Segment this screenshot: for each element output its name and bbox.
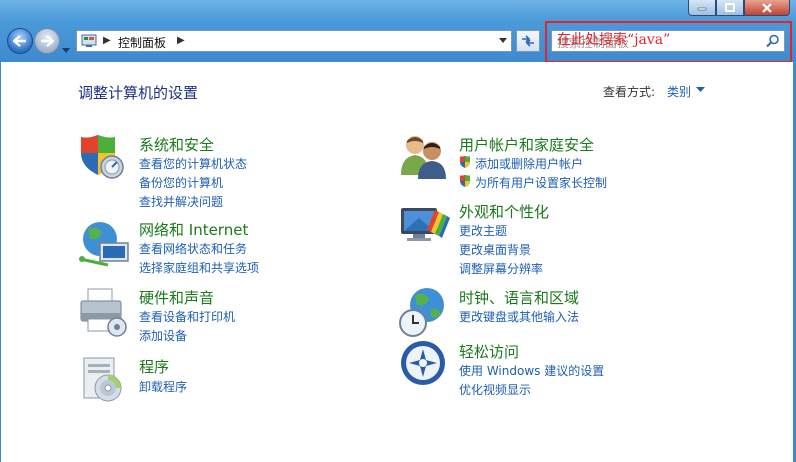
printer-icon — [80, 288, 127, 337]
category-title[interactable]: 轻松访问 — [459, 341, 519, 362]
breadcrumb-arrow-icon[interactable]: ▶ — [177, 35, 185, 46]
uac-shield-icon — [460, 156, 470, 168]
monitor-icon — [401, 208, 450, 241]
ease-of-access-icon — [401, 341, 445, 385]
category-title[interactable]: 用户帐户和家庭安全 — [459, 134, 594, 155]
category-title[interactable]: 程序 — [139, 356, 169, 377]
close-icon — [762, 2, 772, 13]
breadcrumb-control-panel[interactable]: 控制面板 — [118, 34, 166, 51]
category-link[interactable]: 查看网络状态和任务 — [139, 240, 247, 257]
programs-icon — [83, 357, 122, 402]
category-link[interactable]: 更改桌面背景 — [459, 241, 531, 258]
category-link[interactable]: 更改主题 — [459, 222, 507, 239]
control-panel-icon — [81, 34, 97, 47]
category-link[interactable]: 调整屏幕分辨率 — [459, 260, 543, 277]
globe-clock-icon — [399, 288, 444, 337]
refresh-icon — [522, 35, 534, 47]
page-title: 调整计算机的设置 — [78, 84, 199, 102]
back-button[interactable] — [7, 28, 33, 54]
category-title[interactable]: 硬件和声音 — [139, 287, 214, 308]
chevron-down-icon[interactable] — [499, 38, 507, 43]
category-link[interactable]: 查看设备和打印机 — [139, 308, 235, 325]
maximize-button[interactable] — [716, 0, 744, 16]
forward-button[interactable] — [34, 28, 60, 54]
category-link[interactable]: 更改键盘或其他输入法 — [459, 308, 579, 325]
maximize-icon — [725, 3, 735, 12]
close-button[interactable] — [744, 0, 790, 16]
content-pane: 调整计算机的设置 查看方式: 类别 系统和安全 查看您的计算机状态 备份您的计算… — [1, 62, 793, 462]
minimize-button[interactable] — [688, 0, 716, 16]
category-link[interactable]: 卸载程序 — [139, 378, 187, 395]
category-title[interactable]: 时钟、语言和区域 — [459, 287, 579, 308]
recent-pages-dropdown[interactable] — [62, 38, 70, 57]
view-by-selector[interactable]: 类别 — [667, 83, 691, 100]
view-by-label: 查看方式: — [603, 85, 656, 99]
uac-shield-icon — [460, 175, 470, 187]
category-title[interactable]: 网络和 Internet — [139, 219, 248, 240]
network-icon — [79, 222, 129, 267]
chevron-down-icon — [62, 48, 70, 53]
arrow-right-icon — [41, 35, 54, 47]
category-title[interactable]: 外观和个性化 — [459, 201, 549, 222]
search-annotation: 在此处搜索“java” — [557, 32, 671, 48]
category-link[interactable]: 为所有用户设置家长控制 — [475, 174, 607, 191]
address-bar[interactable]: ▶ 控制面板 ▶ — [76, 30, 512, 52]
refresh-button[interactable] — [516, 30, 540, 52]
window-controls — [688, 0, 790, 16]
control-panel-window: ▶ 控制面板 ▶ 搜索控制面板 在此处搜索“java” 调整计算机的设置 查看方… — [0, 0, 796, 462]
category-link[interactable]: 备份您的计算机 — [139, 174, 223, 191]
category-link[interactable]: 添加或删除用户帐户 — [475, 155, 583, 172]
category-link[interactable]: 优化视频显示 — [459, 381, 531, 398]
users-icon — [401, 136, 446, 179]
shield-icon — [81, 135, 124, 179]
category-link[interactable]: 查看您的计算机状态 — [139, 155, 247, 172]
breadcrumb-arrow-icon[interactable]: ▶ — [103, 35, 111, 46]
arrow-left-icon — [13, 35, 26, 47]
category-link[interactable]: 选择家庭组和共享选项 — [139, 259, 259, 276]
category-link[interactable]: 使用 Windows 建议的设置 — [459, 362, 604, 379]
category-link[interactable]: 添加设备 — [139, 327, 187, 344]
category-title[interactable]: 系统和安全 — [139, 134, 214, 155]
category-link[interactable]: 查找并解决问题 — [139, 193, 223, 210]
chevron-down-icon[interactable] — [696, 87, 705, 92]
minimize-icon — [697, 7, 707, 10]
